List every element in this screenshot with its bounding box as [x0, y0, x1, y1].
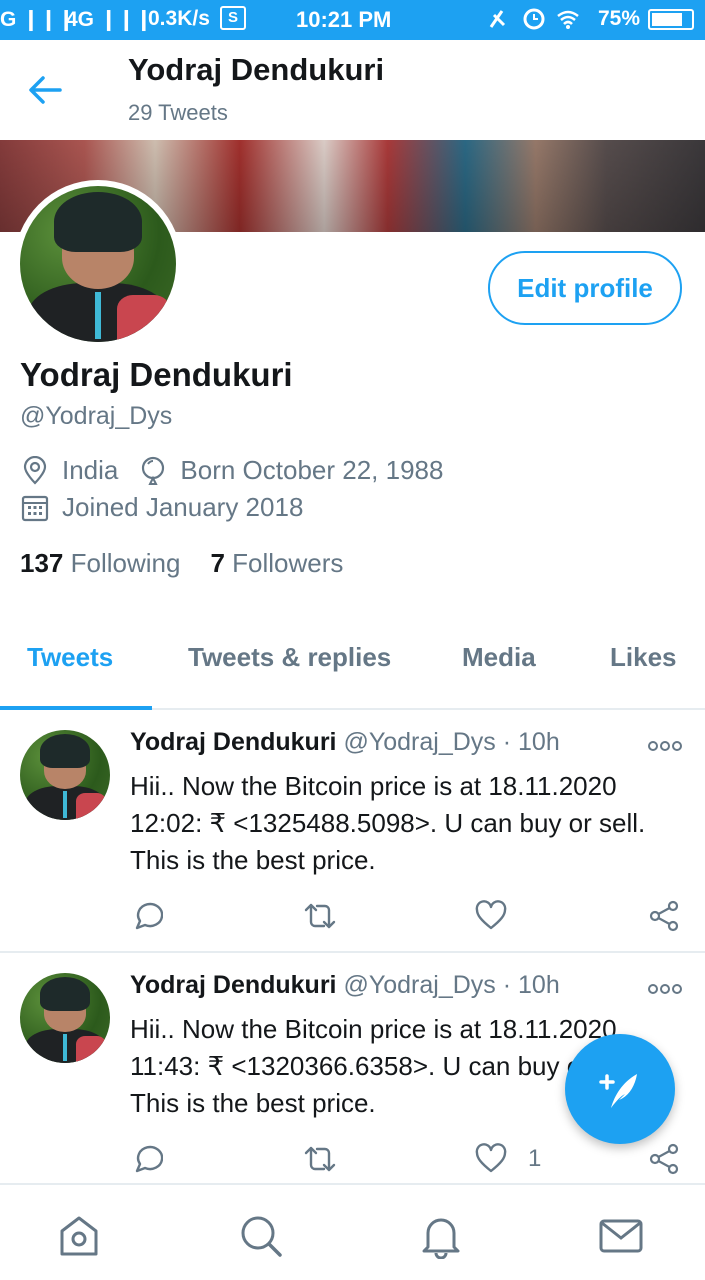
- header-title: Yodraj Dendukuri: [128, 52, 385, 87]
- nav-messages[interactable]: [598, 1213, 644, 1259]
- tweet-author-handle[interactable]: @Yodraj_Dys: [343, 728, 495, 756]
- like-button[interactable]: 1: [474, 1141, 541, 1177]
- profile-name: Yodraj Dendukuri: [20, 356, 293, 393]
- status-icons-graphic: [489, 8, 579, 30]
- reply-button[interactable]: [131, 898, 163, 934]
- battery-icon: [648, 9, 694, 30]
- top-app-bar: Yodraj Dendukuri 29 Tweets: [0, 40, 705, 140]
- tab-media[interactable]: Media: [462, 642, 536, 673]
- reply-icon: [135, 902, 163, 930]
- back-button[interactable]: [26, 70, 66, 110]
- tweet-author-handle[interactable]: @Yodraj_Dys: [343, 971, 495, 999]
- retweet-button[interactable]: [302, 1141, 338, 1177]
- following-count: 137: [20, 548, 64, 578]
- tweet-count: 29 Tweets: [128, 100, 228, 125]
- followers-count: 7: [210, 548, 225, 578]
- location-info: India: [20, 455, 118, 486]
- reply-button[interactable]: [131, 1141, 163, 1177]
- profile-tabs: Tweets Tweets & replies Media Likes: [0, 620, 705, 710]
- tweet-actions: [0, 898, 705, 938]
- bottom-navigation: [0, 1183, 705, 1280]
- retweet-icon: [304, 903, 336, 929]
- tweet-author-name[interactable]: Yodraj Dendukuri: [130, 971, 337, 999]
- status-icons: [488, 7, 584, 37]
- compose-tweet-button[interactable]: [565, 1034, 675, 1144]
- tweet-header: Yodraj Dendukuri @Yodraj_Dys · 10h: [130, 728, 560, 757]
- signal-indicator: G ❙❙❙: [0, 8, 75, 31]
- tweet-time: · 10h: [502, 971, 560, 999]
- bell-icon: [422, 1218, 460, 1260]
- following-link[interactable]: 137 Following: [20, 548, 180, 578]
- calendar-icon: [21, 495, 49, 521]
- share-button[interactable]: [648, 1141, 680, 1177]
- retweet-button[interactable]: [302, 898, 338, 934]
- tab-tweets-replies[interactable]: Tweets & replies: [188, 642, 391, 673]
- balloon-icon: [142, 456, 165, 485]
- more-options-icon[interactable]: [648, 740, 682, 752]
- nav-notifications[interactable]: [418, 1213, 464, 1260]
- battery-percent: 75%: [598, 7, 641, 30]
- tweet-avatar[interactable]: [20, 973, 110, 1063]
- following-label: Following: [70, 548, 181, 578]
- avatar-photo: [20, 186, 176, 342]
- tab-likes[interactable]: Likes: [610, 642, 677, 673]
- share-button[interactable]: [648, 898, 680, 934]
- sim-icon: S: [220, 6, 246, 30]
- home-icon: [60, 1216, 98, 1256]
- mail-icon: [599, 1219, 643, 1253]
- profile-meta-row-2: Joined January 2018: [20, 492, 323, 523]
- tweet-text: Hii.. Now the Bitcoin price is at 18.11.…: [130, 771, 646, 875]
- follow-stats: 137 Following 7 Followers: [20, 548, 343, 579]
- location-text: India: [62, 455, 119, 485]
- tweet-actions: 1: [0, 1141, 705, 1181]
- birthday-info: Born October 22, 1988: [138, 455, 443, 486]
- network-indicator: 4G ❙❙❙: [66, 8, 153, 31]
- location-pin-icon: [23, 455, 47, 485]
- arrow-left-icon: [29, 76, 62, 104]
- profile-handle: @Yodraj_Dys: [20, 402, 173, 430]
- status-bar: G ❙❙❙ 4G ❙❙❙ 0.3K/s S 10:21 PM 75%: [0, 0, 705, 40]
- more-options-icon[interactable]: [648, 983, 682, 995]
- share-icon: [649, 900, 679, 932]
- share-icon: [649, 1143, 679, 1175]
- nav-home[interactable]: [56, 1213, 102, 1259]
- reply-icon: [135, 1145, 163, 1173]
- tweet-item[interactable]: Yodraj Dendukuri @Yodraj_Dys · 10h Hii..…: [0, 710, 705, 953]
- search-icon: [241, 1216, 282, 1257]
- profile-avatar[interactable]: [14, 180, 182, 348]
- edit-profile-button[interactable]: Edit profile: [488, 251, 682, 325]
- nav-search[interactable]: [238, 1213, 284, 1259]
- joined-text: Joined January 2018: [62, 492, 304, 522]
- birthday-text: Born October 22, 1988: [180, 455, 444, 485]
- followers-label: Followers: [232, 548, 344, 578]
- tweet-avatar[interactable]: [20, 730, 110, 820]
- tab-tweets[interactable]: Tweets: [27, 642, 113, 673]
- heart-icon: [475, 900, 507, 930]
- network-speed: 0.3K/s: [148, 7, 210, 30]
- tweet-author-name[interactable]: Yodraj Dendukuri: [130, 728, 337, 756]
- followers-link[interactable]: 7 Followers: [210, 548, 343, 578]
- clock: 10:21 PM: [296, 7, 392, 32]
- joined-info: Joined January 2018: [20, 492, 303, 523]
- retweet-icon: [304, 1146, 336, 1172]
- like-button[interactable]: [474, 898, 528, 934]
- compose-tweet-icon: [599, 1074, 637, 1108]
- like-count: 1: [528, 1145, 542, 1172]
- tweet-time: · 10h: [502, 728, 560, 756]
- tweet-header: Yodraj Dendukuri @Yodraj_Dys · 10h: [130, 971, 560, 1000]
- heart-icon: [475, 1143, 507, 1173]
- profile-meta-row-1: India Born October 22, 1988: [20, 455, 463, 486]
